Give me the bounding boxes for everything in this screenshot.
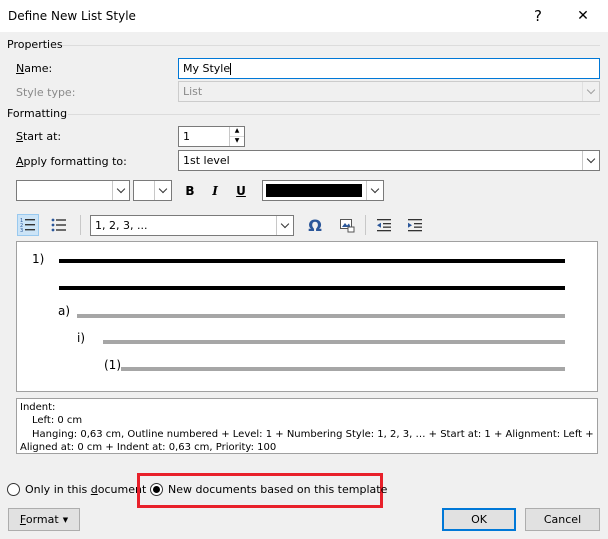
picture-bullet-icon[interactable] xyxy=(336,214,358,236)
apply-formatting-select[interactable]: 1st level xyxy=(178,150,600,171)
chevron-down-icon[interactable] xyxy=(276,216,293,235)
toolbar-separator xyxy=(365,215,366,235)
font-color-swatch xyxy=(266,184,362,197)
preview-level3-label: i) xyxy=(77,331,86,345)
bulleted-list-icon[interactable] xyxy=(48,214,70,236)
radio-selected-dot xyxy=(153,486,160,493)
preview-level1-line xyxy=(59,286,565,290)
close-icon[interactable]: ✕ xyxy=(566,0,600,32)
number-style-select[interactable]: 1, 2, 3, ... xyxy=(90,215,294,236)
formatting-divider xyxy=(68,114,600,115)
spin-down-icon[interactable]: ▼ xyxy=(230,137,244,147)
name-field-value: My Style xyxy=(183,62,231,75)
svg-text:3: 3 xyxy=(20,228,23,233)
preview-level2-label: a) xyxy=(58,304,71,318)
caret-down-icon: ▼ xyxy=(62,515,69,524)
description-line: Hanging: 0,63 cm, Outline numbered + Lev… xyxy=(32,428,594,440)
description-line: Aligned at: 0 cm + Indent at: 0,63 cm, P… xyxy=(20,441,277,453)
chevron-down-icon[interactable] xyxy=(366,181,383,200)
new-documents-option[interactable]: New documents based on this template xyxy=(150,483,387,496)
chevron-down-icon[interactable] xyxy=(582,151,599,170)
italic-button[interactable]: I xyxy=(205,181,225,201)
help-icon[interactable]: ? xyxy=(521,0,555,32)
chevron-down-icon[interactable] xyxy=(112,181,129,200)
font-size-select[interactable] xyxy=(133,180,172,201)
decrease-indent-icon[interactable] xyxy=(373,214,395,236)
preview-level4-label: (1) xyxy=(104,358,121,372)
spin-up-icon[interactable]: ▲ xyxy=(230,127,244,137)
apply-formatting-value: 1st level xyxy=(183,154,230,167)
preview-level3-line xyxy=(103,340,565,344)
spin-buttons[interactable]: ▲ ▼ xyxy=(229,127,244,146)
bold-button[interactable]: B xyxy=(180,181,200,201)
style-type-label: Style type: xyxy=(16,86,76,99)
preview-level4-line xyxy=(121,367,565,371)
preview-level1-line xyxy=(59,259,565,263)
description-line: Left: 0 cm xyxy=(32,415,83,427)
numbered-list-icon[interactable]: 1 2 3 xyxy=(17,214,39,236)
properties-section-label: Properties xyxy=(7,38,63,51)
apply-formatting-label: Apply formatting to: xyxy=(16,155,127,168)
list-preview: 1) a) i) (1) xyxy=(16,241,598,392)
symbol-icon[interactable]: Ω xyxy=(304,214,326,236)
text-cursor xyxy=(230,63,232,75)
name-label: Name: xyxy=(16,62,53,75)
font-name-select[interactable] xyxy=(16,180,130,201)
style-type-select: List xyxy=(178,81,600,102)
increase-indent-icon[interactable] xyxy=(404,214,426,236)
only-in-document-option[interactable]: Only in this document xyxy=(7,483,146,496)
description-line: Indent: xyxy=(20,402,56,413)
new-documents-label: New documents based on this template xyxy=(168,483,388,496)
format-button-label: Format xyxy=(19,513,59,526)
window-title: Define New List Style xyxy=(8,9,136,23)
start-at-value: 1 xyxy=(183,130,190,143)
cancel-button[interactable]: Cancel xyxy=(525,508,600,531)
underline-button[interactable]: U xyxy=(231,181,251,201)
start-at-label: Start at: xyxy=(16,130,62,143)
only-in-document-label: Only in this document xyxy=(25,483,147,496)
ok-button[interactable]: OK xyxy=(442,508,516,531)
font-color-select[interactable] xyxy=(262,180,384,201)
style-description: Indent: Left: 0 cm Hanging: 0,63 cm, Out… xyxy=(16,398,598,454)
new-documents-radio[interactable] xyxy=(150,483,163,496)
only-in-document-radio[interactable] xyxy=(7,483,20,496)
number-style-value: 1, 2, 3, ... xyxy=(95,219,148,232)
start-at-stepper[interactable]: 1 ▲ ▼ xyxy=(178,126,245,147)
preview-level2-line xyxy=(77,314,565,318)
chevron-down-icon[interactable] xyxy=(154,181,171,200)
properties-divider xyxy=(62,45,600,46)
formatting-section-label: Formatting xyxy=(7,107,68,120)
chevron-down-icon xyxy=(582,82,599,101)
format-button[interactable]: Format ▼ xyxy=(8,508,80,531)
preview-level1-label: 1) xyxy=(32,252,45,266)
toolbar-separator xyxy=(80,215,81,235)
style-type-value: List xyxy=(183,85,203,98)
name-field[interactable]: My Style xyxy=(178,58,600,79)
